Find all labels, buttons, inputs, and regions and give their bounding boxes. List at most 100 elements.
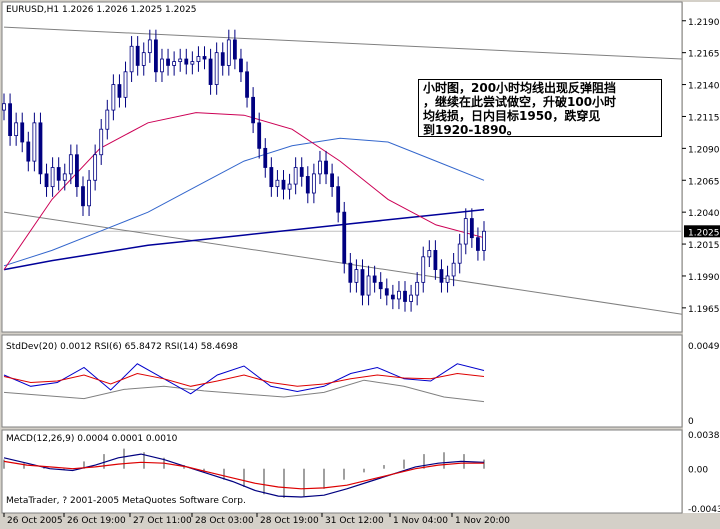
candle-body	[111, 84, 116, 111]
candle-body	[81, 186, 85, 207]
macd-bar	[263, 468, 265, 495]
macd-bar	[243, 468, 245, 487]
candle-body	[202, 56, 207, 60]
candle-body	[26, 141, 31, 162]
current-price-label: 1.2025	[688, 228, 720, 238]
candle-body	[99, 128, 104, 156]
candle-body	[135, 45, 140, 66]
candle-body	[403, 290, 407, 302]
candle-body	[178, 58, 183, 62]
candle-body	[354, 269, 359, 283]
candle-body	[62, 173, 67, 181]
price-tick-label: 1.2115	[688, 113, 720, 123]
candle-body	[172, 61, 177, 66]
candle-body	[226, 39, 231, 66]
macd-bar	[443, 452, 445, 469]
candle-body	[160, 58, 164, 73]
macd-bar	[363, 468, 365, 473]
candle-body	[433, 250, 438, 270]
candle-body	[32, 122, 37, 162]
candle-body	[318, 160, 322, 175]
candle-body	[141, 52, 146, 66]
price-title: EURUSD,H1 1.2026 1.2026 1.2025 1.2025	[6, 5, 197, 15]
candle-body	[415, 281, 420, 296]
macd-bar	[283, 468, 285, 498]
candle-body	[14, 122, 19, 136]
candle-body	[366, 275, 371, 296]
candle-body	[2, 103, 6, 111]
time-tick-label: 27 Oct 11:00	[133, 516, 192, 525]
annotation-box: 小时图，200小时均线出现反弹阻挡 ，继续在此尝试做空，升破100小时 均线损，…	[418, 79, 662, 137]
rsi-tick-label: 0.0049	[688, 342, 720, 352]
candle-body	[384, 288, 389, 296]
candle-body	[275, 179, 280, 188]
price-tick-label: 1.1965	[688, 305, 720, 315]
candle-body	[263, 147, 268, 168]
candle-body	[239, 58, 243, 73]
candle-body	[324, 160, 328, 175]
candle-body	[190, 61, 195, 65]
candle-body	[123, 71, 128, 98]
price-tick-label: 1.2040	[688, 209, 720, 219]
candle-body	[469, 218, 474, 239]
candle-body	[56, 167, 61, 181]
candle-body	[476, 237, 480, 251]
candle-body	[214, 52, 219, 85]
price-tick-label: 1.2165	[688, 50, 720, 60]
candle-body	[257, 122, 262, 149]
candle-body	[390, 294, 395, 300]
candle-body	[336, 186, 341, 213]
candle-body	[409, 294, 413, 302]
candle-body	[457, 243, 462, 264]
time-tick-label: 1 Nov 20:00	[455, 516, 510, 525]
price-tick-label: 1.2065	[688, 177, 720, 187]
candle-body	[330, 173, 335, 188]
candle-body	[117, 84, 122, 98]
macd-tick-label: -0.0043	[688, 505, 720, 515]
price-tick-label: 1.2015	[688, 241, 720, 251]
candle-body	[427, 250, 432, 258]
macd-bar	[323, 468, 325, 489]
candle-body	[287, 183, 292, 190]
price-tick-label: 1.1990	[688, 273, 720, 283]
candle-body	[50, 167, 55, 188]
candle-body	[38, 122, 43, 175]
time-tick-label: 26 Oct 19:00	[67, 516, 126, 525]
candle-body	[220, 52, 225, 66]
macd-bar	[303, 468, 305, 497]
time-tick-label: 28 Oct 03:00	[195, 516, 254, 525]
annotation-line-4: 到1920-1890。	[423, 123, 519, 137]
candle-body	[75, 154, 79, 188]
candle-body	[20, 122, 25, 143]
candle-body	[305, 176, 310, 194]
price-tick-label: 1.2190	[688, 18, 720, 28]
candle-body	[153, 39, 158, 73]
candle-body	[8, 103, 12, 136]
candle-body	[342, 211, 347, 264]
candle-body	[208, 58, 213, 85]
rsi-tick-label: 0	[688, 417, 694, 427]
candle-body	[372, 275, 377, 283]
time-tick-label: 1 Nov 04:00	[393, 516, 448, 525]
candle-body	[445, 275, 450, 283]
candle-body	[87, 179, 91, 207]
candle-body	[269, 167, 274, 188]
candle-body	[293, 167, 298, 185]
candle-body	[147, 39, 152, 54]
candle-body	[348, 262, 353, 283]
candle-body	[196, 56, 201, 62]
candle-body	[463, 218, 468, 245]
candle-body	[299, 167, 304, 177]
candle-body	[311, 173, 316, 194]
annotation-line-1: 小时图，200小时均线出现反弹阻挡	[423, 81, 617, 95]
chart-window: 1.2190 1.2165 1.2140 1.2115 1.2090 1.2065 1.20…	[0, 0, 720, 526]
copyright-text: MetaTrader, ? 2001-2005 MetaQuotes Softw…	[6, 496, 246, 506]
annotation-line-2: ，继续在此尝试做空，升破100小时	[423, 95, 617, 109]
candle-body	[129, 45, 134, 73]
macd-bar	[403, 459, 405, 469]
candle-body	[421, 256, 426, 283]
price-panel	[1, 1, 683, 333]
candle-body	[378, 281, 383, 290]
macd-title: MACD(12,26,9) 0.0004 0.0001 0.0010	[6, 434, 178, 444]
macd-bar	[123, 448, 125, 469]
